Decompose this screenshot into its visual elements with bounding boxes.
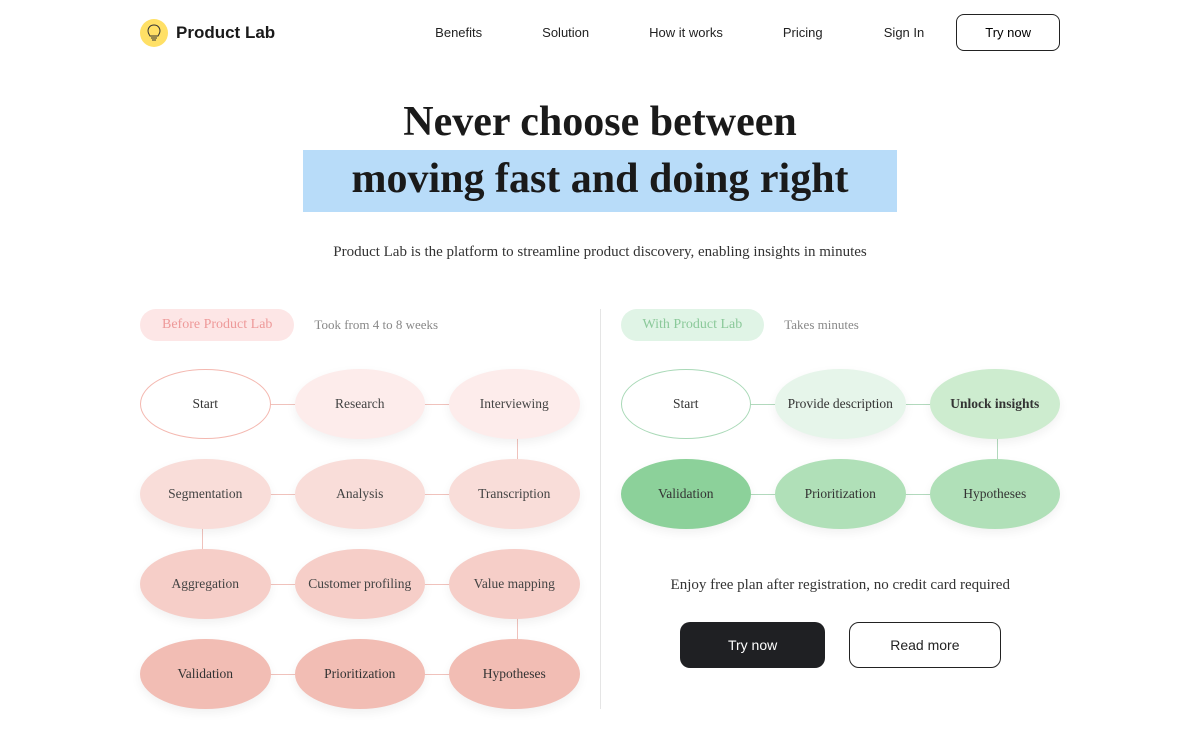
nav-benefits[interactable]: Benefits bbox=[435, 25, 482, 40]
hero-line2-highlight: moving fast and doing right bbox=[303, 150, 896, 213]
signin-link[interactable]: Sign In bbox=[884, 25, 924, 40]
step-prioritization: Prioritization bbox=[775, 459, 906, 529]
step-validation: Validation bbox=[140, 639, 271, 709]
logo-icon bbox=[140, 19, 168, 47]
main-nav: Benefits Solution How it works Pricing bbox=[435, 25, 822, 40]
step-segmentation: Segmentation bbox=[140, 459, 271, 529]
cta-text: Enjoy free plan after registration, no c… bbox=[621, 577, 1061, 594]
step-aggregation: Aggregation bbox=[140, 549, 271, 619]
cta-buttons: Try now Read more bbox=[621, 622, 1061, 668]
before-row-4: Validation Prioritization Hypotheses bbox=[140, 639, 580, 709]
step-provide-description: Provide description bbox=[775, 369, 906, 439]
before-flow: Start Research Interviewing Segmentation… bbox=[140, 369, 580, 709]
step-research: Research bbox=[295, 369, 426, 439]
cta-block: Enjoy free plan after registration, no c… bbox=[621, 577, 1061, 668]
after-head: With Product Lab Takes minutes bbox=[621, 309, 1061, 341]
step-unlock-insights: Unlock insights bbox=[930, 369, 1061, 439]
hero: Never choose between moving fast and doi… bbox=[0, 95, 1200, 261]
before-row-3: Aggregation Customer profiling Value map… bbox=[140, 549, 580, 619]
before-badge: Before Product Lab bbox=[140, 309, 294, 341]
read-more-button[interactable]: Read more bbox=[849, 622, 1000, 668]
before-row-1: Start Research Interviewing bbox=[140, 369, 580, 439]
try-now-header-button[interactable]: Try now bbox=[956, 14, 1060, 51]
nav-pricing[interactable]: Pricing bbox=[783, 25, 823, 40]
brand: Product Lab bbox=[140, 19, 275, 47]
after-time: Takes minutes bbox=[784, 317, 859, 333]
nav-how-it-works[interactable]: How it works bbox=[649, 25, 723, 40]
hero-title: Never choose between moving fast and doi… bbox=[0, 95, 1200, 212]
step-hypotheses: Hypotheses bbox=[449, 639, 580, 709]
brand-name: Product Lab bbox=[176, 23, 275, 43]
hero-line1: Never choose between bbox=[403, 99, 796, 145]
before-row-2: Segmentation Analysis Transcription bbox=[140, 459, 580, 529]
step-interviewing: Interviewing bbox=[449, 369, 580, 439]
hero-subtitle: Product Lab is the platform to streamlin… bbox=[0, 244, 1200, 261]
connector-line bbox=[517, 618, 518, 640]
before-time: Took from 4 to 8 weeks bbox=[314, 317, 438, 333]
step-value-mapping: Value mapping bbox=[449, 549, 580, 619]
nav-solution[interactable]: Solution bbox=[542, 25, 589, 40]
site-header: Product Lab Benefits Solution How it wor… bbox=[0, 0, 1200, 65]
after-flow: Start Provide description Unlock insight… bbox=[621, 369, 1061, 529]
after-column: With Product Lab Takes minutes Start Pro… bbox=[601, 309, 1061, 709]
step-customer-profiling: Customer profiling bbox=[295, 549, 426, 619]
step-prioritization: Prioritization bbox=[295, 639, 426, 709]
connector-line bbox=[202, 528, 203, 550]
step-start: Start bbox=[140, 369, 271, 439]
step-transcription: Transcription bbox=[449, 459, 580, 529]
step-analysis: Analysis bbox=[295, 459, 426, 529]
try-now-button[interactable]: Try now bbox=[680, 622, 825, 668]
after-row-2: Validation Prioritization Hypotheses bbox=[621, 459, 1061, 529]
connector-line bbox=[997, 438, 998, 460]
connector-line bbox=[517, 438, 518, 460]
lightbulb-icon bbox=[146, 24, 162, 42]
after-row-1: Start Provide description Unlock insight… bbox=[621, 369, 1061, 439]
after-badge: With Product Lab bbox=[621, 309, 765, 341]
before-column: Before Product Lab Took from 4 to 8 week… bbox=[140, 309, 601, 709]
header-actions: Sign In Try now bbox=[884, 14, 1060, 51]
step-validation: Validation bbox=[621, 459, 752, 529]
comparison-section: Before Product Lab Took from 4 to 8 week… bbox=[140, 309, 1060, 709]
step-hypotheses: Hypotheses bbox=[930, 459, 1061, 529]
before-head: Before Product Lab Took from 4 to 8 week… bbox=[140, 309, 580, 341]
step-start: Start bbox=[621, 369, 752, 439]
